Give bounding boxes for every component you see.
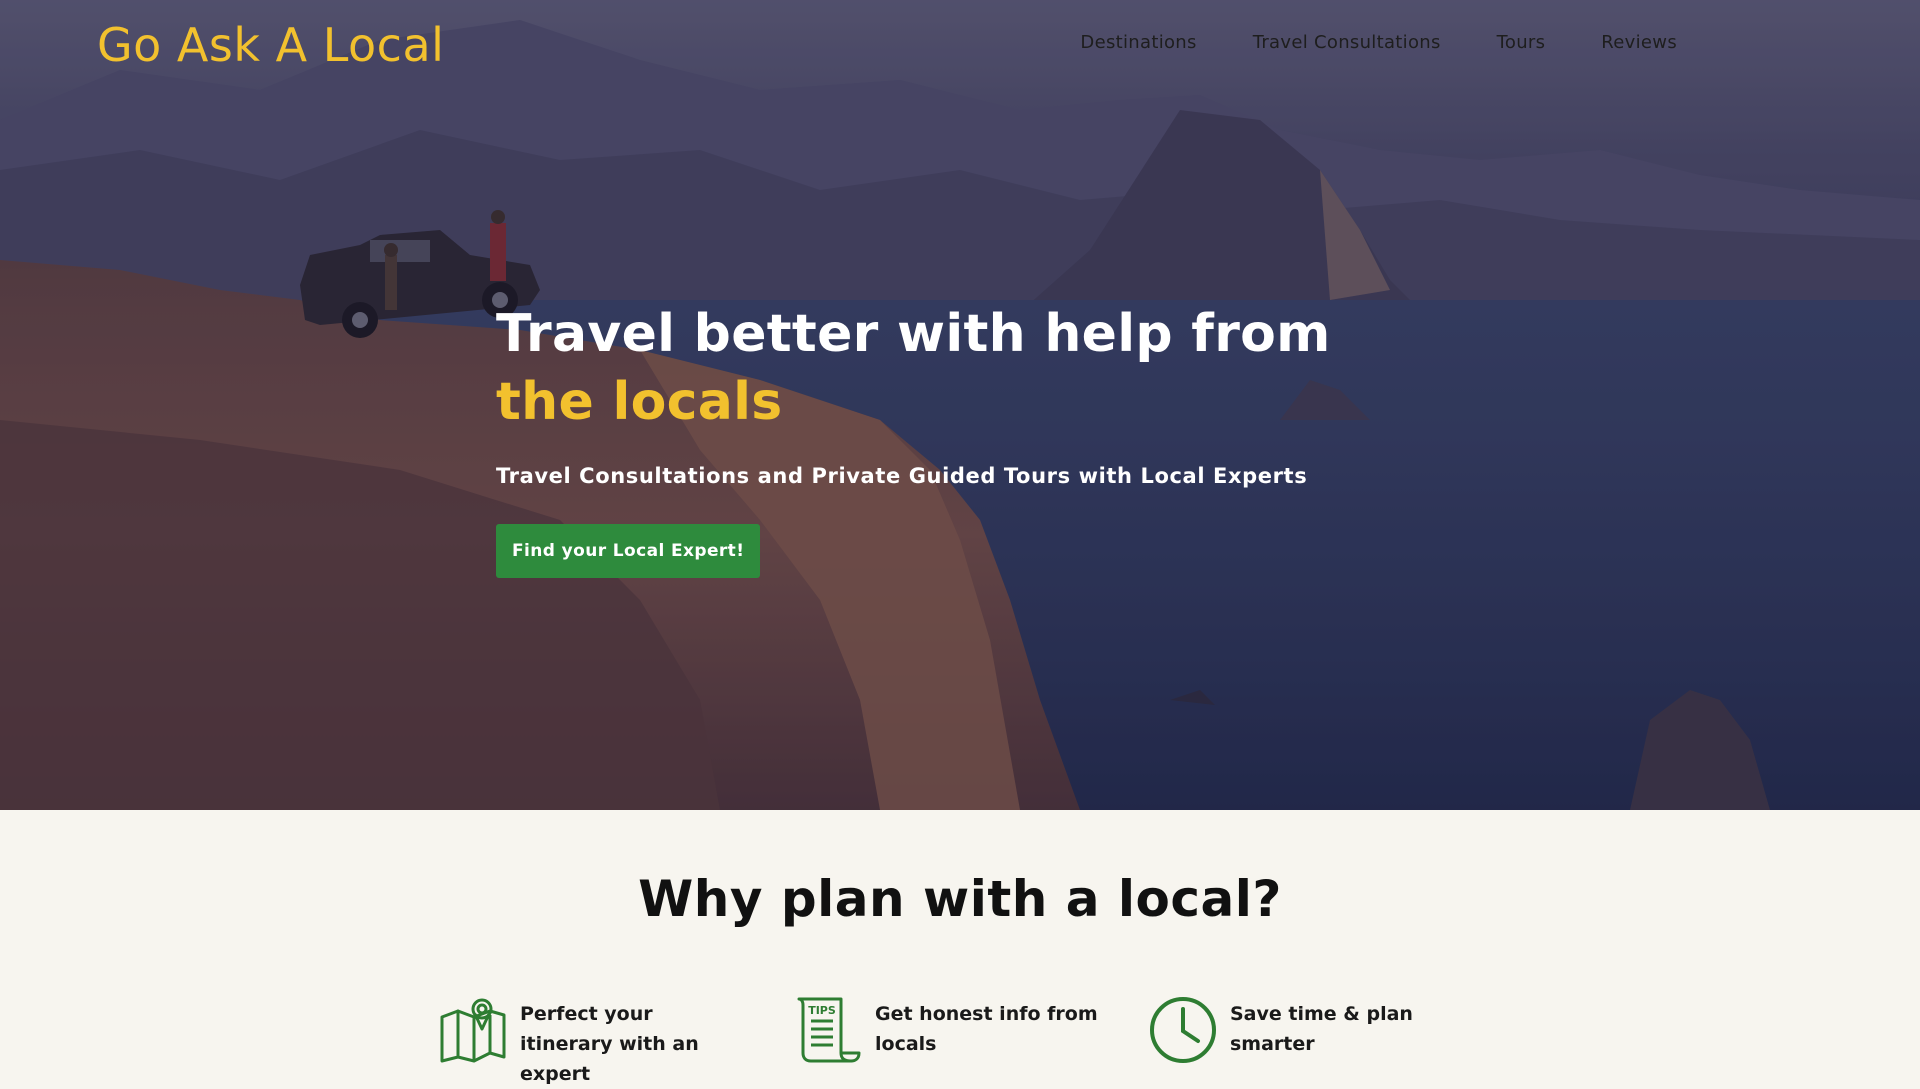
hero-headline-main: Travel better with help from [496,304,1331,364]
nav-item-destinations[interactable]: Destinations [1080,32,1196,53]
feature-item: Perfect your itinerary with an expert [438,995,793,1089]
hero-content: Travel better with help from the locals … [496,300,1396,578]
tips-scroll-icon: TIPS [797,997,861,1063]
section-title: Why plan with a local? [638,870,1282,928]
feature-item: Save time & plan smarter [1148,995,1503,1089]
nav-item-reviews[interactable]: Reviews [1601,32,1677,53]
hero-headline-accent: the locals [496,372,783,432]
nav-item-tours[interactable]: Tours [1497,32,1546,53]
site-logo[interactable]: Go Ask A Local [97,18,444,72]
nav-menu: Destinations Travel Consultations Tours … [1080,32,1677,53]
svg-text:TIPS: TIPS [808,1004,836,1017]
hero-subheadline: Travel Consultations and Private Guided … [496,464,1308,488]
map-pin-icon [440,998,506,1063]
clock-icon [1150,997,1216,1063]
feature-text: Perfect your itinerary with an expert [520,1003,699,1085]
hero-section: Go Ask A Local Destinations Travel Consu… [0,0,1920,810]
why-plan-section: Why plan with a local? Perfect your itin… [0,810,1920,1085]
feature-text: Save time & plan smarter [1230,1003,1413,1055]
find-local-expert-button[interactable]: Find your Local Expert! [496,524,761,578]
features-list: Perfect your itinerary with an expert TI… [438,995,1503,1089]
hero-headline: Travel better with help from the locals [496,300,1396,436]
feature-text: Get honest info from locals [875,1003,1098,1055]
top-navigation: Go Ask A Local Destinations Travel Consu… [0,0,1920,95]
nav-item-travel-consultations[interactable]: Travel Consultations [1253,32,1441,53]
feature-item: TIPS Get honest info from locals [793,995,1148,1089]
